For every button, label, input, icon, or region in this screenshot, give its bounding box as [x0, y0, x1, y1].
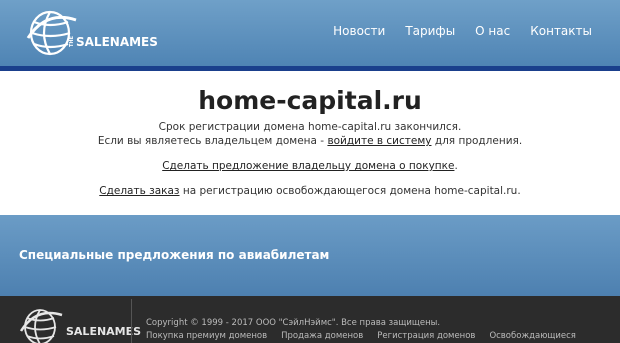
- logo-text: SALENAMES: [76, 35, 158, 49]
- footer-link-sell[interactable]: Продажа доменов: [281, 331, 363, 341]
- footer-divider: [131, 299, 132, 343]
- site-header: THE SALENAMES Новости Тарифы О нас Конта…: [0, 0, 620, 66]
- footer-link-expiring[interactable]: Освобождающиеся: [489, 331, 575, 341]
- owner-suffix: для продления.: [434, 135, 523, 147]
- nav-about[interactable]: О нас: [475, 24, 510, 38]
- main-nav: Новости Тарифы О нас Контакты: [333, 24, 592, 38]
- owner-notice: Если вы являетесь владельцем домена - во…: [0, 135, 620, 147]
- order-link[interactable]: Сделать заказ: [99, 185, 179, 197]
- promo-text[interactable]: Специальные предложения по авиабилетам: [19, 248, 329, 262]
- offer-link[interactable]: Сделать предложение владельцу домена о п…: [162, 160, 454, 172]
- globe-logo-icon: [26, 10, 77, 56]
- offer-line: Сделать предложение владельцу домена о п…: [0, 160, 620, 172]
- site-footer: SALENAMES Copyright © 1999 - 2017 ООО "С…: [0, 296, 620, 343]
- footer-logo-text: SALENAMES: [66, 325, 142, 338]
- copyright-text: Copyright © 1999 - 2017 ООО "СэйлНэймс".…: [146, 318, 441, 328]
- nav-contacts[interactable]: Контакты: [530, 24, 592, 38]
- main-content: home-capital.ru Срок регистрации домена …: [0, 71, 620, 215]
- salenames-logo[interactable]: THE SALENAMES: [26, 8, 158, 58]
- logo-prefix: THE: [69, 36, 75, 48]
- offer-suffix: .: [454, 160, 458, 172]
- order-line: Сделать заказ на регистрацию освобождающ…: [0, 185, 620, 197]
- expired-notice: Срок регистрации домена home-capital.ru …: [158, 121, 462, 133]
- footer-link-register[interactable]: Регистрация доменов: [377, 331, 475, 341]
- nav-news[interactable]: Новости: [333, 24, 385, 38]
- owner-prefix: Если вы являетесь владельцем домена -: [97, 135, 325, 147]
- promo-banner: Специальные предложения по авиабилетам: [0, 215, 620, 296]
- order-suffix: на регистрацию освобождающегося домена h…: [182, 185, 521, 197]
- footer-globe-icon: [19, 309, 63, 343]
- footer-logo[interactable]: SALENAMES: [18, 303, 141, 343]
- footer-link-premium[interactable]: Покупка премиум доменов: [146, 331, 267, 341]
- login-link[interactable]: войдите в систему: [327, 135, 431, 147]
- footer-links: Покупка премиум доменов Продажа доменов …: [146, 331, 576, 341]
- domain-title: home-capital.ru: [198, 86, 422, 115]
- nav-tariffs[interactable]: Тарифы: [405, 24, 455, 38]
